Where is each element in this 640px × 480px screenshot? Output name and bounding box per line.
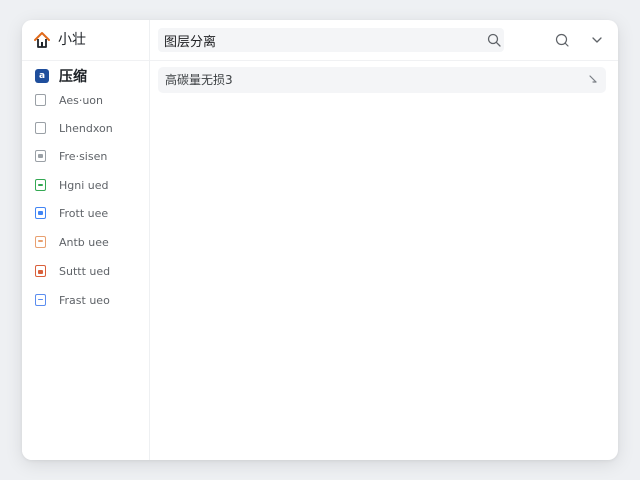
sidebar-item-label: Frott uee bbox=[59, 207, 109, 220]
document-icon bbox=[35, 265, 46, 277]
sidebar-item-5[interactable]: Frott uee bbox=[35, 205, 145, 223]
sidebar-item-6[interactable]: Antb uee bbox=[35, 234, 145, 252]
search-icon[interactable] bbox=[554, 32, 570, 48]
search-input[interactable] bbox=[164, 31, 464, 49]
resize-corner-icon bbox=[589, 75, 597, 83]
document-icon bbox=[35, 236, 46, 248]
document-icon bbox=[35, 294, 46, 306]
sidebar-title: 小壮 bbox=[58, 32, 86, 48]
sidebar-item-1[interactable]: Aes·uon bbox=[35, 92, 145, 110]
search-box bbox=[158, 28, 504, 52]
sidebar-item-8[interactable]: Frast ueo bbox=[35, 292, 145, 310]
sidebar-item-label: Antb uee bbox=[59, 236, 109, 249]
compress-icon: a bbox=[35, 69, 49, 83]
sidebar-item-7[interactable]: Suttt ued bbox=[35, 263, 145, 281]
sidebar-item-4[interactable]: Hgni ued bbox=[35, 177, 145, 195]
sidebar-item-label: Fre·sisen bbox=[59, 150, 108, 163]
document-icon bbox=[35, 207, 46, 219]
document-icon bbox=[35, 94, 46, 106]
sidebar-item-label: Aes·uon bbox=[59, 94, 103, 107]
document-icon bbox=[35, 122, 46, 134]
document-icon bbox=[35, 179, 46, 191]
sidebar-section-label: 压缩 bbox=[59, 69, 87, 85]
sidebar: 小壮 a 压缩 Aes·uon Lhendxon Fre·sisen Hgni … bbox=[22, 20, 150, 460]
sidebar-item-label: Suttt ued bbox=[59, 265, 111, 278]
sidebar-item-label: Hgni ued bbox=[59, 179, 109, 192]
search-icon[interactable] bbox=[486, 32, 502, 48]
result-label: 高碳量无损3 bbox=[165, 73, 233, 87]
sidebar-header: 小壮 bbox=[22, 20, 149, 61]
sidebar-item-2[interactable]: Lhendxon bbox=[35, 120, 145, 138]
result-item[interactable]: 高碳量无损3 bbox=[158, 67, 606, 93]
app-window: 小壮 a 压缩 Aes·uon Lhendxon Fre·sisen Hgni … bbox=[22, 20, 618, 460]
home-icon[interactable] bbox=[33, 31, 51, 49]
sidebar-section-compress[interactable]: a 压缩 bbox=[35, 68, 145, 88]
chevron-down-icon[interactable] bbox=[590, 33, 604, 47]
sidebar-item-3[interactable]: Fre·sisen bbox=[35, 148, 145, 166]
document-icon bbox=[35, 150, 46, 162]
sidebar-item-label: Lhendxon bbox=[59, 122, 113, 135]
toolbar bbox=[150, 20, 618, 61]
sidebar-item-label: Frast ueo bbox=[59, 294, 110, 307]
